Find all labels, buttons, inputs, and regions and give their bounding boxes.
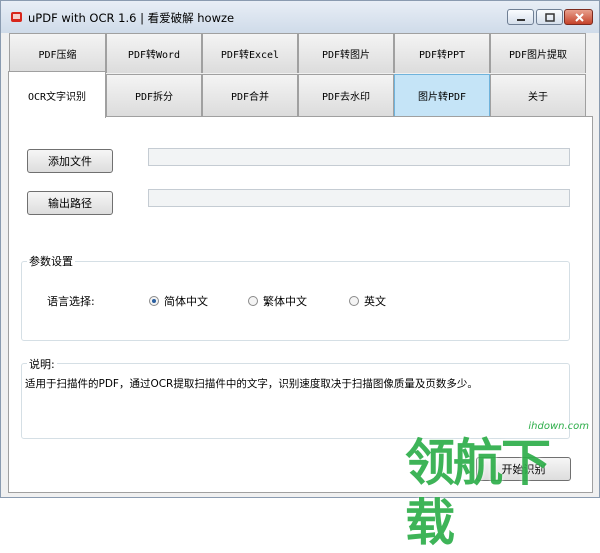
- tab-label: 图片转PDF: [417, 92, 467, 103]
- params-group-title: 参数设置: [27, 253, 75, 269]
- watermark-site-text: ihdown.com: [528, 421, 589, 432]
- watermark-brand-text: 领航下载: [405, 434, 551, 552]
- app-window: uPDF with OCR 1.6 | 看爱破解 howze PDF压缩 PDF…: [0, 0, 600, 552]
- site-watermark: ihdown.com 领航下载: [405, 415, 595, 552]
- language-label: 语言选择:: [47, 295, 95, 308]
- add-file-button[interactable]: 添加文件: [27, 149, 113, 173]
- description-text: 适用于扫描件的PDF，通过OCR提取扫描件中的文字，识别速度取决于扫描图像质量及…: [25, 378, 478, 390]
- tab-label: PDF转Excel: [220, 50, 280, 61]
- tab-label: 关于: [528, 92, 548, 103]
- close-button[interactable]: [564, 9, 593, 25]
- tab-label: OCR文字识别: [27, 91, 87, 103]
- output-path-field[interactable]: [148, 189, 570, 207]
- radio-unselected-icon: [248, 296, 258, 306]
- tab-image-to-pdf[interactable]: 图片转PDF: [394, 74, 490, 116]
- tab-label: PDF转PPT: [418, 50, 466, 61]
- tab-pdf-compress[interactable]: PDF压缩: [9, 33, 106, 73]
- maximize-icon: [545, 13, 555, 22]
- radio-label: 简体中文: [164, 295, 208, 308]
- radio-selected-icon: [149, 296, 159, 306]
- output-path-button[interactable]: 输出路径: [27, 191, 113, 215]
- tab-label: PDF合并: [230, 92, 270, 103]
- tab-pdf-image-extract[interactable]: PDF图片提取: [490, 33, 586, 73]
- app-logo-icon: [11, 12, 22, 22]
- radio-label: 繁体中文: [263, 295, 307, 308]
- description-group-title: 说明:: [27, 356, 57, 372]
- window-title: uPDF with OCR 1.6 | 看爱破解 howze: [28, 11, 235, 25]
- tab-label: PDF转图片: [321, 50, 371, 61]
- tab-pdf-split[interactable]: PDF拆分: [106, 74, 202, 116]
- tab-pdf-to-word[interactable]: PDF转Word: [106, 33, 202, 73]
- tab-about[interactable]: 关于: [490, 74, 586, 116]
- radio-simplified-chinese[interactable]: 简体中文: [149, 293, 208, 309]
- tab-pdf-to-ppt[interactable]: PDF转PPT: [394, 33, 490, 73]
- radio-english[interactable]: 英文: [349, 293, 386, 309]
- maximize-button[interactable]: [536, 9, 563, 25]
- title-bar: uPDF with OCR 1.6 | 看爱破解 howze: [1, 1, 599, 33]
- tab-pdf-remove-watermark[interactable]: PDF去水印: [298, 74, 394, 116]
- tab-label: PDF图片提取: [508, 50, 568, 61]
- tab-label: PDF转Word: [127, 50, 181, 61]
- tab-label: PDF拆分: [134, 92, 174, 103]
- tab-label: PDF去水印: [321, 92, 371, 103]
- close-icon: [575, 13, 584, 22]
- radio-unselected-icon: [349, 296, 359, 306]
- radio-traditional-chinese[interactable]: 繁体中文: [248, 293, 307, 309]
- tab-label: PDF压缩: [38, 50, 77, 61]
- minimize-button[interactable]: [507, 9, 534, 25]
- minimize-icon: [517, 19, 525, 21]
- tab-pdf-to-image[interactable]: PDF转图片: [298, 33, 394, 73]
- tab-pdf-to-excel[interactable]: PDF转Excel: [202, 33, 298, 73]
- radio-label: 英文: [364, 295, 386, 308]
- tab-ocr[interactable]: OCR文字识别: [8, 71, 106, 118]
- tab-pdf-merge[interactable]: PDF合并: [202, 74, 298, 116]
- add-file-path-field[interactable]: [148, 148, 570, 166]
